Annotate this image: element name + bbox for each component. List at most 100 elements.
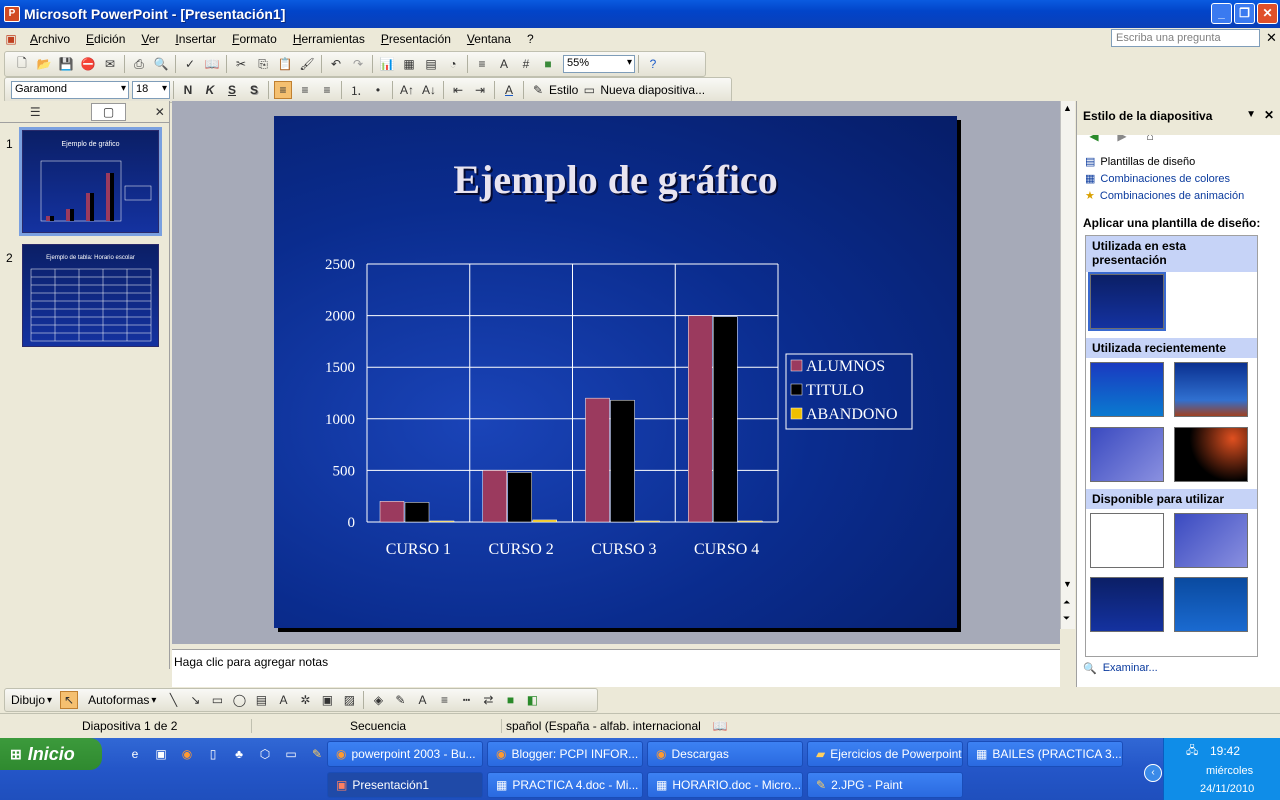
- zoom-select[interactable]: 55%: [563, 55, 635, 73]
- design-thumbnail[interactable]: [1090, 362, 1164, 417]
- line-color-icon[interactable]: ✎: [391, 691, 409, 709]
- taskbar-task[interactable]: ✎ 2.JPG - Paint: [807, 772, 963, 798]
- task-pane-close-icon[interactable]: ✕: [1264, 108, 1274, 122]
- design-thumbnail[interactable]: [1174, 513, 1248, 568]
- align-left-icon[interactable]: ≡: [274, 81, 292, 99]
- increase-font-icon[interactable]: A↑: [398, 81, 416, 99]
- fill-color-icon[interactable]: ◈: [369, 691, 387, 709]
- arrow-style-icon[interactable]: ⇄: [479, 691, 497, 709]
- undo-icon[interactable]: ↶: [327, 55, 345, 73]
- picture-icon[interactable]: ▨: [340, 691, 358, 709]
- ie-icon[interactable]: e: [126, 745, 144, 763]
- cut-icon[interactable]: ✂: [232, 55, 250, 73]
- previous-slide-icon[interactable]: ⏶: [1063, 597, 1070, 608]
- document-icon[interactable]: ▣: [2, 30, 20, 48]
- slide-thumbnail[interactable]: Ejemplo de tabla: Horario escolar: [22, 244, 159, 347]
- messenger-icon[interactable]: ♣: [230, 745, 248, 763]
- menu-edicion[interactable]: Edición: [78, 32, 133, 46]
- menu-ventana[interactable]: Ventana: [459, 32, 519, 46]
- font-color-icon[interactable]: A: [500, 81, 518, 99]
- close-button[interactable]: ✕: [1257, 3, 1278, 24]
- decrease-indent-icon[interactable]: ⇤: [449, 81, 467, 99]
- edit-icon[interactable]: ✎: [308, 745, 326, 763]
- save-icon[interactable]: 💾: [57, 55, 75, 73]
- spelling-icon[interactable]: ✓: [181, 55, 199, 73]
- restore-button[interactable]: ❐: [1234, 3, 1255, 24]
- style-button[interactable]: Estilo: [549, 83, 578, 97]
- expand-all-icon[interactable]: ≡: [473, 55, 491, 73]
- oval-icon[interactable]: ◯: [230, 691, 248, 709]
- diagram-icon[interactable]: ✲: [296, 691, 314, 709]
- start-button[interactable]: ⊞ Inicio: [0, 738, 102, 770]
- color-grayscale-icon[interactable]: ■: [539, 55, 557, 73]
- firefox-icon[interactable]: ◉: [178, 745, 196, 763]
- taskbar-task[interactable]: ▦ HORARIO.doc - Micro...: [647, 772, 803, 798]
- open-icon[interactable]: 📂: [35, 55, 53, 73]
- tray-expand-icon[interactable]: ‹: [1144, 764, 1162, 782]
- box-icon[interactable]: ⬡: [256, 745, 274, 763]
- font-color-icon[interactable]: A: [413, 691, 431, 709]
- pane-close-icon[interactable]: ✕: [152, 103, 167, 121]
- italic-button[interactable]: K: [201, 81, 219, 99]
- clock-time[interactable]: 19:42: [1210, 744, 1240, 758]
- permission-icon[interactable]: ⛔: [79, 55, 97, 73]
- slide-canvas[interactable]: Ejemplo de gráfico 0 500 1000 1500 2000 2500 C…: [274, 116, 957, 628]
- taskbar-task[interactable]: ▰ Ejercicios de Powerpoint: [807, 741, 963, 767]
- draw-menu[interactable]: Dibujo: [11, 693, 45, 707]
- arrow-icon[interactable]: ↘: [186, 691, 204, 709]
- bar-chart[interactable]: 0 500 1000 1500 2000 2500 CURSO 1 CURSO 2 CURSO …: [274, 116, 957, 628]
- design-templates-link[interactable]: ▤ Plantillas de diseño: [1077, 153, 1280, 170]
- paste-icon[interactable]: 📋: [276, 55, 294, 73]
- font-select[interactable]: Garamond: [11, 81, 129, 99]
- taskbar-task[interactable]: ▦ PRACTICA 4.doc - Mi...: [487, 772, 643, 798]
- scroll-down-icon[interactable]: ▼: [1063, 579, 1072, 589]
- decrease-font-icon[interactable]: A↓: [420, 81, 438, 99]
- insert-diagram-icon[interactable]: ◔: [444, 55, 462, 73]
- menu-formato[interactable]: Formato: [224, 32, 285, 46]
- tables-borders-icon[interactable]: ▤: [422, 55, 440, 73]
- menu-archivo[interactable]: Archivo: [22, 32, 78, 46]
- wordart-icon[interactable]: A: [274, 691, 292, 709]
- new-slide-button[interactable]: Nueva diapositiva...: [600, 83, 705, 97]
- next-slide-icon[interactable]: ⏷: [1063, 613, 1070, 624]
- design-thumbnail[interactable]: [1090, 577, 1164, 632]
- slides-tab-icon[interactable]: ▢: [90, 102, 127, 121]
- dash-style-icon[interactable]: ┅: [457, 691, 475, 709]
- increase-indent-icon[interactable]: ⇥: [471, 81, 489, 99]
- animation-schemes-link[interactable]: ★ Combinaciones de animación: [1077, 187, 1280, 204]
- shadow-button[interactable]: S: [245, 81, 263, 99]
- research-icon[interactable]: 📖: [203, 55, 221, 73]
- insert-table-icon[interactable]: ▦: [400, 55, 418, 73]
- vertical-scrollbar[interactable]: ▲ ▼ ⏶ ⏷: [1060, 101, 1075, 629]
- shadow-icon[interactable]: ■: [501, 691, 519, 709]
- email-icon[interactable]: ✉: [101, 55, 119, 73]
- numbering-icon[interactable]: ⒈: [347, 81, 365, 99]
- menu-herramientas[interactable]: Herramientas: [285, 32, 373, 46]
- desktop-icon[interactable]: ▣: [152, 745, 170, 763]
- font-size-select[interactable]: 18: [132, 81, 170, 99]
- menu-insertar[interactable]: Insertar: [167, 32, 224, 46]
- textbox-icon[interactable]: ▤: [252, 691, 270, 709]
- bold-button[interactable]: N: [179, 81, 197, 99]
- ask-question-input[interactable]: Escriba una pregunta: [1111, 29, 1260, 47]
- print-preview-icon[interactable]: 🔍: [152, 55, 170, 73]
- help-icon[interactable]: ?: [644, 55, 662, 73]
- copy-icon[interactable]: ⎘: [254, 55, 272, 73]
- underline-button[interactable]: S: [223, 81, 241, 99]
- align-right-icon[interactable]: ≡: [318, 81, 336, 99]
- task-pane-menu-icon[interactable]: ▼: [1246, 109, 1256, 120]
- new-icon[interactable]: 🗋: [13, 55, 31, 73]
- color-schemes-link[interactable]: ▦ Combinaciones de colores: [1077, 170, 1280, 187]
- print-icon[interactable]: ⎙: [130, 55, 148, 73]
- menu-presentacion[interactable]: Presentación: [373, 32, 459, 46]
- 3d-icon[interactable]: ◧: [523, 691, 541, 709]
- redo-icon[interactable]: ↷: [349, 55, 367, 73]
- select-pointer-icon[interactable]: ↖: [60, 691, 79, 709]
- browse-link[interactable]: 🔍 Examinar...: [1083, 662, 1158, 675]
- usb-icon[interactable]: ▯: [204, 745, 222, 763]
- taskbar-task-active[interactable]: ▣ Presentación1: [327, 772, 483, 798]
- insert-chart-icon[interactable]: 📊: [378, 55, 396, 73]
- menu-help[interactable]: ?: [519, 32, 542, 46]
- line-style-icon[interactable]: ≡: [435, 691, 453, 709]
- taskbar-task[interactable]: ▦ BAILES (PRACTICA 3...: [967, 741, 1123, 767]
